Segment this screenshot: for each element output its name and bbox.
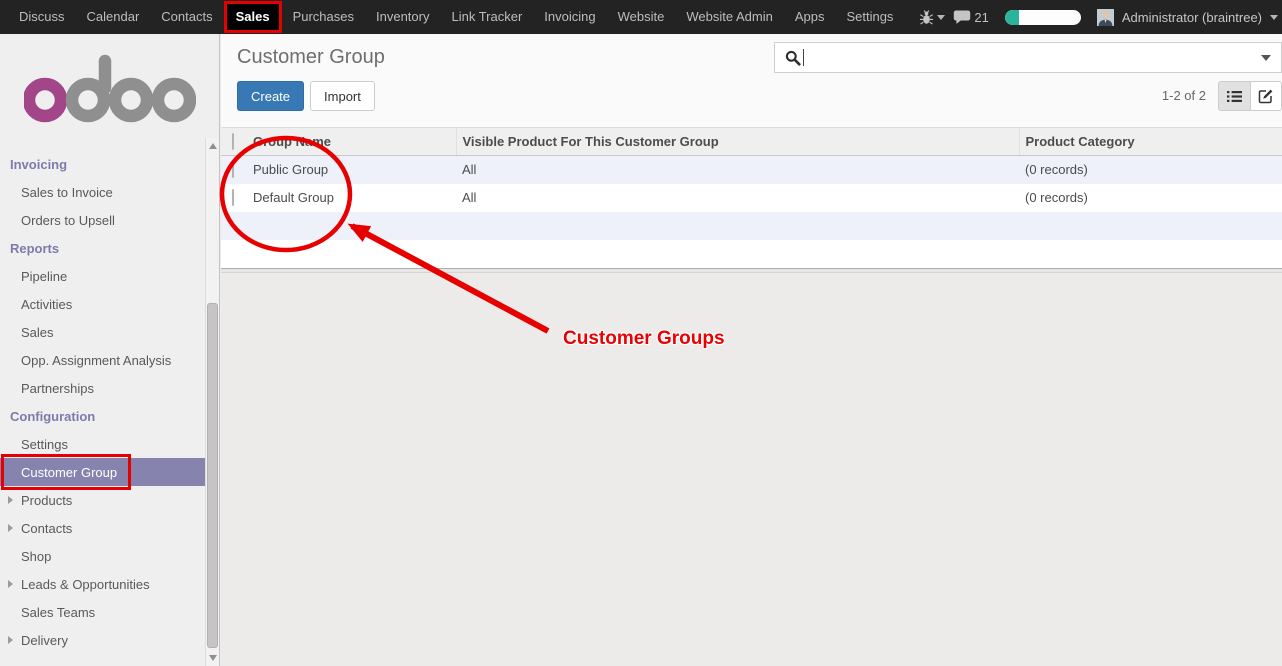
scroll-down-arrow-icon[interactable] [209, 655, 217, 661]
sidebar-item-partnerships[interactable]: Partnerships [0, 374, 206, 402]
sidebar-section-configuration: Configuration [0, 402, 206, 430]
sidebar-item-label: Leads & Opportunities [21, 577, 150, 592]
sidebar-scrollbar[interactable] [205, 138, 219, 666]
magnifier-icon [785, 50, 801, 66]
expand-arrow-icon [8, 496, 13, 504]
cell-group-name: Public Group [247, 156, 456, 184]
nav-item-inventory[interactable]: Inventory [365, 0, 440, 34]
nav-item-sales[interactable]: Sales [224, 1, 282, 33]
row-select-cell [221, 184, 247, 212]
top-nav-bar: Discuss Calendar Contacts Sales Purchase… [0, 0, 1282, 34]
create-button[interactable]: Create [237, 81, 304, 111]
import-button[interactable]: Import [310, 81, 375, 111]
nav-item-purchases[interactable]: Purchases [282, 0, 365, 34]
sidebar: Invoicing Sales to Invoice Orders to Ups… [0, 34, 220, 666]
select-all-cell [221, 128, 247, 156]
sidebar-menu: Invoicing Sales to Invoice Orders to Ups… [0, 150, 219, 654]
messages-count-badge: 21 [974, 10, 988, 25]
sidebar-item-pipeline[interactable]: Pipeline [0, 262, 206, 290]
expand-arrow-icon [8, 580, 13, 588]
column-header-group-name[interactable]: Group Name [247, 128, 456, 156]
action-buttons: Create Import [237, 81, 375, 111]
chevron-down-icon [937, 15, 945, 20]
sidebar-item-sales-teams[interactable]: Sales Teams [0, 598, 206, 626]
search-bar [774, 42, 1282, 73]
empty-row [221, 212, 1282, 240]
sidebar-item-customer-group[interactable]: Customer Group [0, 458, 206, 486]
view-switcher [1218, 81, 1282, 111]
cell-visible-product: All [456, 156, 1019, 184]
timer-progress-fill [1005, 10, 1019, 25]
nav-item-link-tracker[interactable]: Link Tracker [440, 0, 533, 34]
row-checkbox[interactable] [232, 161, 234, 178]
sidebar-item-shop[interactable]: Shop [0, 542, 206, 570]
nav-item-apps[interactable]: Apps [784, 0, 836, 34]
nav-item-calendar[interactable]: Calendar [76, 0, 151, 34]
sidebar-scrollbar-thumb[interactable] [207, 303, 218, 648]
odoo-logo [0, 34, 219, 150]
edit-icon [1258, 88, 1274, 104]
sidebar-item-label: Products [21, 493, 72, 508]
top-nav-systray: 21 Administrator (braintree) [919, 9, 1282, 26]
bug-icon [919, 10, 934, 25]
sidebar-item-orders-to-upsell[interactable]: Orders to Upsell [0, 206, 206, 234]
list-icon [1227, 90, 1242, 103]
top-nav-menu: Discuss Calendar Contacts Sales Purchase… [0, 0, 904, 34]
table-row[interactable]: Default Group All (0 records) [221, 184, 1282, 212]
pager-label: 1-2 of 2 [1162, 88, 1206, 103]
nav-item-settings[interactable]: Settings [835, 0, 904, 34]
nav-item-discuss[interactable]: Discuss [8, 0, 76, 34]
column-header-product-category[interactable]: Product Category [1019, 128, 1282, 156]
cell-product-category: (0 records) [1019, 184, 1282, 212]
expand-arrow-icon [8, 524, 13, 532]
sidebar-section-reports: Reports [0, 234, 206, 262]
cell-visible-product: All [456, 184, 1019, 212]
sidebar-item-products[interactable]: Products [0, 486, 206, 514]
page-title: Customer Group [237, 46, 385, 69]
sidebar-item-delivery[interactable]: Delivery [0, 626, 206, 654]
control-panel: Customer Group Create Import 1-2 of 2 [221, 34, 1282, 127]
sidebar-item-settings[interactable]: Settings [0, 430, 206, 458]
timer-progress-pill[interactable] [1005, 10, 1081, 25]
search-input[interactable] [810, 46, 1261, 70]
sidebar-item-label: Contacts [21, 521, 72, 536]
cell-product-category: (0 records) [1019, 156, 1282, 184]
expand-arrow-icon [8, 636, 13, 644]
table-bottom-border [221, 268, 1282, 273]
sidebar-item-leads-opportunities[interactable]: Leads & Opportunities [0, 570, 206, 598]
nav-item-invoicing[interactable]: Invoicing [533, 0, 606, 34]
user-menu[interactable]: Administrator (braintree) [1122, 10, 1262, 25]
debug-menu-button[interactable] [919, 10, 945, 25]
chat-bubble-icon [953, 10, 971, 25]
scroll-up-arrow-icon[interactable] [209, 143, 217, 149]
sidebar-item-opp-assignment-analysis[interactable]: Opp. Assignment Analysis [0, 346, 206, 374]
sidebar-section-invoicing: Invoicing [0, 150, 206, 178]
row-checkbox[interactable] [232, 189, 234, 206]
search-dropdown-caret-icon[interactable] [1261, 55, 1271, 61]
messages-button[interactable]: 21 [953, 10, 988, 25]
empty-row [221, 240, 1282, 268]
form-view-button[interactable] [1250, 81, 1282, 111]
user-avatar[interactable] [1097, 9, 1114, 26]
row-select-cell [221, 156, 247, 184]
sidebar-item-contacts[interactable]: Contacts [0, 514, 206, 542]
nav-item-website-admin[interactable]: Website Admin [675, 0, 783, 34]
main-content: Customer Group Create Import 1-2 of 2 [221, 34, 1282, 666]
nav-item-contacts[interactable]: Contacts [150, 0, 223, 34]
sidebar-item-label: Delivery [21, 633, 68, 648]
sidebar-item-activities[interactable]: Activities [0, 290, 206, 318]
customer-group-table: Group Name Visible Product For This Cust… [221, 127, 1282, 268]
sidebar-item-sales-to-invoice[interactable]: Sales to Invoice [0, 178, 206, 206]
user-menu-caret-icon [1270, 15, 1278, 20]
sidebar-item-sales[interactable]: Sales [0, 318, 206, 346]
table-row[interactable]: Public Group All (0 records) [221, 156, 1282, 184]
select-all-checkbox[interactable] [232, 133, 234, 150]
cell-group-name: Default Group [247, 184, 456, 212]
nav-item-website[interactable]: Website [607, 0, 676, 34]
table-header-row: Group Name Visible Product For This Cust… [221, 128, 1282, 156]
text-cursor [803, 49, 804, 66]
list-view-button[interactable] [1218, 81, 1250, 111]
column-header-visible-product[interactable]: Visible Product For This Customer Group [456, 128, 1019, 156]
